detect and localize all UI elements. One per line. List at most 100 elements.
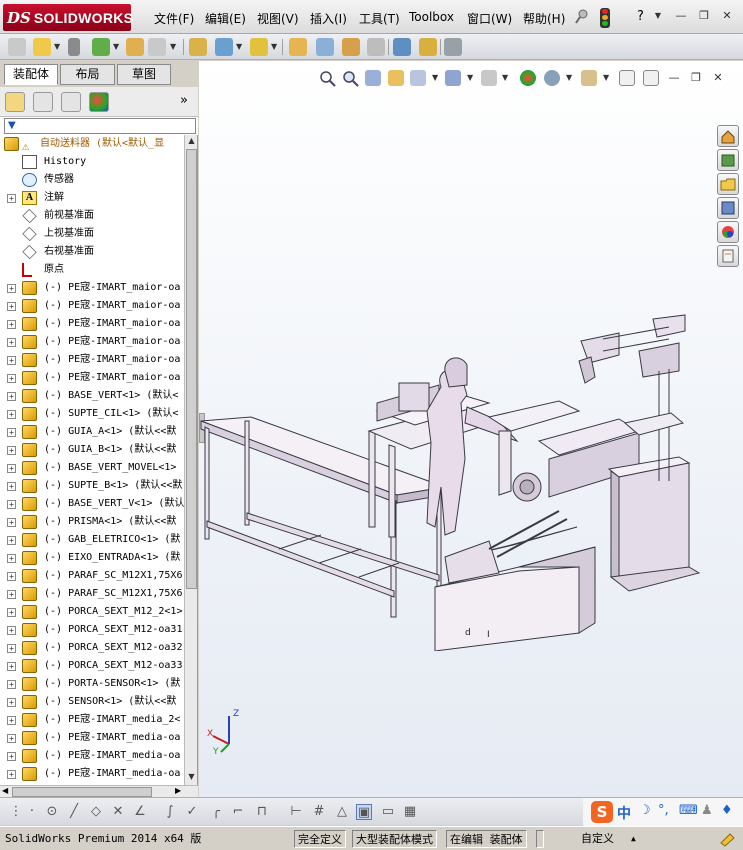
ime-language-toggle[interactable]: 中 (617, 803, 631, 823)
restore-icon[interactable]: ❐ (696, 9, 712, 23)
pin-icon[interactable] (574, 9, 588, 25)
tab-assembly[interactable]: 装配体 (4, 64, 58, 85)
expand-icon[interactable]: + (7, 644, 16, 653)
view-table-icon[interactable]: ▦ (402, 804, 418, 820)
settings-icon[interactable] (289, 38, 307, 56)
expand-icon[interactable]: + (7, 734, 16, 743)
tree-item[interactable]: + (-) PE宼-IMART_media-oa (0, 765, 184, 783)
expand-icon[interactable]: + (7, 392, 16, 401)
point-icon[interactable]: · (24, 804, 40, 820)
menu-help[interactable]: 帮助(H) (523, 10, 565, 27)
hide-show-items-icon[interactable] (481, 70, 497, 86)
menu-edit[interactable]: 编辑(E) (205, 10, 246, 27)
assembly-tree-icon[interactable] (92, 38, 110, 56)
tree-item[interactable]: + (-) PE宼-IMART_maior-oa (0, 333, 184, 351)
menu-file[interactable]: 文件(F) (154, 10, 194, 27)
mass-props-icon[interactable] (419, 38, 437, 56)
angle-icon[interactable]: ∠ (132, 804, 148, 820)
half-width-icon[interactable]: ☽ (639, 803, 651, 818)
help-dropdown-icon[interactable]: ▼ (650, 9, 666, 23)
trim-icon[interactable]: ✕ (110, 804, 126, 820)
tree-item[interactable]: + (-) PRISMA<1> (默认<<默 (0, 513, 184, 531)
doc-minimize-icon[interactable]: — (666, 71, 682, 85)
previous-view-icon[interactable] (365, 70, 381, 86)
view-settings-icon[interactable] (581, 70, 597, 86)
scene-icon[interactable] (544, 70, 560, 86)
expand-icon[interactable]: + (7, 698, 16, 707)
view-palette-icon[interactable] (717, 197, 739, 219)
appearances-scenes-icon[interactable] (717, 221, 739, 243)
scroll-up-icon[interactable]: ▲ (186, 136, 197, 148)
help-button[interactable]: ? (637, 9, 644, 24)
tree-vertical-scrollbar[interactable]: ▲ ▼ (184, 135, 197, 785)
expand-icon[interactable]: + (7, 716, 16, 725)
display-manager-icon[interactable] (89, 92, 109, 112)
tree-item[interactable]: + (-) PARAF_SC_M12X1,75X6 (0, 567, 184, 585)
split-horizontal-icon[interactable] (619, 70, 635, 86)
expand-panel-icon[interactable]: » (180, 93, 188, 108)
menu-window[interactable]: 窗口(W) (467, 10, 512, 27)
snap-dropdown-icon[interactable]: ▼ (271, 42, 277, 51)
scroll-left-icon[interactable]: ◀ (2, 786, 8, 795)
tree-item[interactable]: + (-) PARAF_SC_M12X1,75X6 (0, 585, 184, 603)
menu-insert[interactable]: 插入(I) (310, 10, 347, 27)
tree-item[interactable]: + (-) BASE_VERT_MOVEL<1> (0, 459, 184, 477)
expand-icon[interactable]: + (7, 500, 16, 509)
scroll-down-icon[interactable]: ▼ (186, 772, 197, 784)
expand-icon[interactable]: + (7, 482, 16, 491)
tab-layout[interactable]: 布局 (60, 64, 115, 85)
solidworks-resources-icon[interactable] (717, 125, 739, 147)
expand-icon[interactable]: + (7, 518, 16, 527)
expand-icon[interactable]: + (7, 626, 16, 635)
minimize-icon[interactable]: — (673, 9, 689, 23)
doc-restore-icon[interactable]: ❐ (688, 71, 704, 85)
snap-icon[interactable] (250, 38, 268, 56)
feature-tree-icon[interactable] (5, 92, 25, 112)
expand-icon[interactable]: + (7, 320, 16, 329)
tree-item[interactable]: + (-) EIXO_ENTRADA<1> (默 (0, 549, 184, 567)
expand-icon[interactable]: + (7, 554, 16, 563)
view-orientation-icon[interactable] (410, 70, 426, 86)
corner-icon[interactable]: ⌐ (230, 804, 246, 820)
tree-item[interactable]: + (-) PORCA_SEXT_M12-oa31 (0, 621, 184, 639)
tree-item[interactable]: + (-) PE宼-IMART_media_2< (0, 711, 184, 729)
expand-icon[interactable]: + (7, 770, 16, 779)
sogou-logo-icon[interactable]: S (591, 801, 613, 823)
tree-item[interactable]: + (-) PE宼-IMART_maior-oa (0, 279, 184, 297)
options-icon[interactable] (215, 38, 233, 56)
expand-icon[interactable]: + (7, 680, 16, 689)
menu-view[interactable]: 视图(V) (257, 10, 299, 27)
polygon-icon[interactable]: ◇ (88, 804, 104, 820)
expand-icon[interactable]: + (7, 302, 16, 311)
tree-item[interactable]: 前视基准面 (0, 207, 184, 225)
open-dropdown-icon[interactable]: ▼ (54, 42, 60, 51)
orientation-dropdown-icon[interactable]: ▼ (432, 73, 438, 82)
property-manager-icon[interactable] (33, 92, 53, 112)
measure-icon[interactable] (393, 38, 411, 56)
tree-item[interactable]: + (-) PORCA_SEXT_M12_2<1> (0, 603, 184, 621)
file-explorer-icon[interactable] (717, 173, 739, 195)
offset-icon[interactable]: ⊓ (254, 804, 270, 820)
tree-item[interactable]: + (-) PE宼-IMART_maior-oa (0, 315, 184, 333)
new-document-icon[interactable] (8, 38, 26, 56)
circle-point-icon[interactable]: ⊙ (44, 804, 60, 820)
tree-item[interactable]: 原点 (0, 261, 184, 279)
assembly-model-view[interactable]: d I (199, 291, 709, 651)
skin-icon[interactable]: ♦ (721, 803, 733, 818)
expand-icon[interactable]: + (7, 572, 16, 581)
units-caret-icon[interactable]: ▲ (628, 830, 639, 848)
tree-item[interactable]: + (-) PE宼-IMART_maior-oa (0, 297, 184, 315)
hscrollbar-thumb[interactable] (12, 787, 152, 797)
tree-item[interactable]: + (-) PE宼-IMART_media-oa (0, 747, 184, 765)
tree-item[interactable]: + (-) BASE_VERT_V<1> (默认 (0, 495, 184, 513)
configuration-manager-icon[interactable] (61, 92, 81, 112)
tree-filter-input[interactable]: ▼ (4, 118, 196, 134)
user-icon[interactable]: ♟ (701, 803, 713, 818)
tree-item[interactable]: + (-) PORCA_SEXT_M12-oa32 (0, 639, 184, 657)
expand-icon[interactable]: + (7, 464, 16, 473)
check-icon[interactable]: ✓ (184, 804, 200, 820)
status-units[interactable]: 自定义 (578, 830, 617, 848)
tree-item[interactable]: + (-) SUPTE_CIL<1> (默认< (0, 405, 184, 423)
expand-icon[interactable]: + (7, 410, 16, 419)
tree-item[interactable]: + (-) PORCA_SEXT_M12-oa33 (0, 657, 184, 675)
